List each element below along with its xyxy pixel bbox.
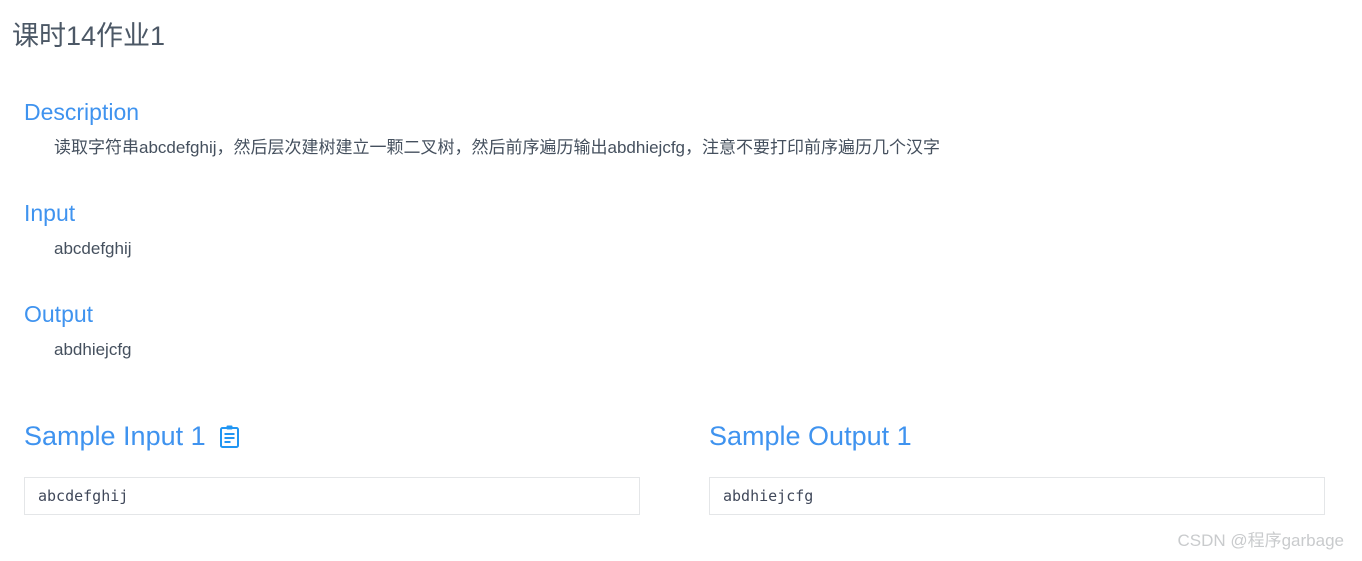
- clipboard-copy-icon[interactable]: [220, 424, 240, 448]
- sample-input-value[interactable]: abcdefghij: [24, 477, 640, 515]
- csdn-watermark: CSDN @程序garbage: [1177, 531, 1344, 550]
- section-body-output: abdhiejcfg: [54, 340, 132, 359]
- page-title: 课时14作业1: [12, 21, 166, 51]
- section-heading-output: Output: [24, 301, 94, 327]
- section-description: Description 读取字符串abcdefghij，然后层次建树建立一颗二叉…: [24, 98, 940, 160]
- section-body-input: abcdefghij: [54, 239, 132, 258]
- section-input: Input abcdefghij: [24, 199, 132, 261]
- sample-output-value[interactable]: abdhiejcfg: [709, 477, 1325, 515]
- sample-output-heading: Sample Output 1: [709, 421, 912, 451]
- section-heading-input: Input: [24, 200, 76, 226]
- section-body-description: 读取字符串abcdefghij，然后层次建树建立一颗二叉树，然后前序遍历输出ab…: [54, 138, 941, 157]
- sample-input-heading: Sample Input 1: [24, 421, 206, 451]
- section-heading-description: Description: [24, 99, 140, 125]
- section-output: Output abdhiejcfg: [24, 300, 132, 362]
- sample-input-heading-row: Sample Input 1: [24, 418, 640, 454]
- sample-output-block: Sample Output 1 abdhiejcfg: [709, 418, 1325, 515]
- sample-output-heading-row: Sample Output 1: [709, 418, 1325, 454]
- sample-input-block: Sample Input 1 abcdefghij: [24, 418, 640, 515]
- problem-page: 课时14作业1 Description 读取字符串abcdefghij，然后层次…: [0, 0, 1362, 561]
